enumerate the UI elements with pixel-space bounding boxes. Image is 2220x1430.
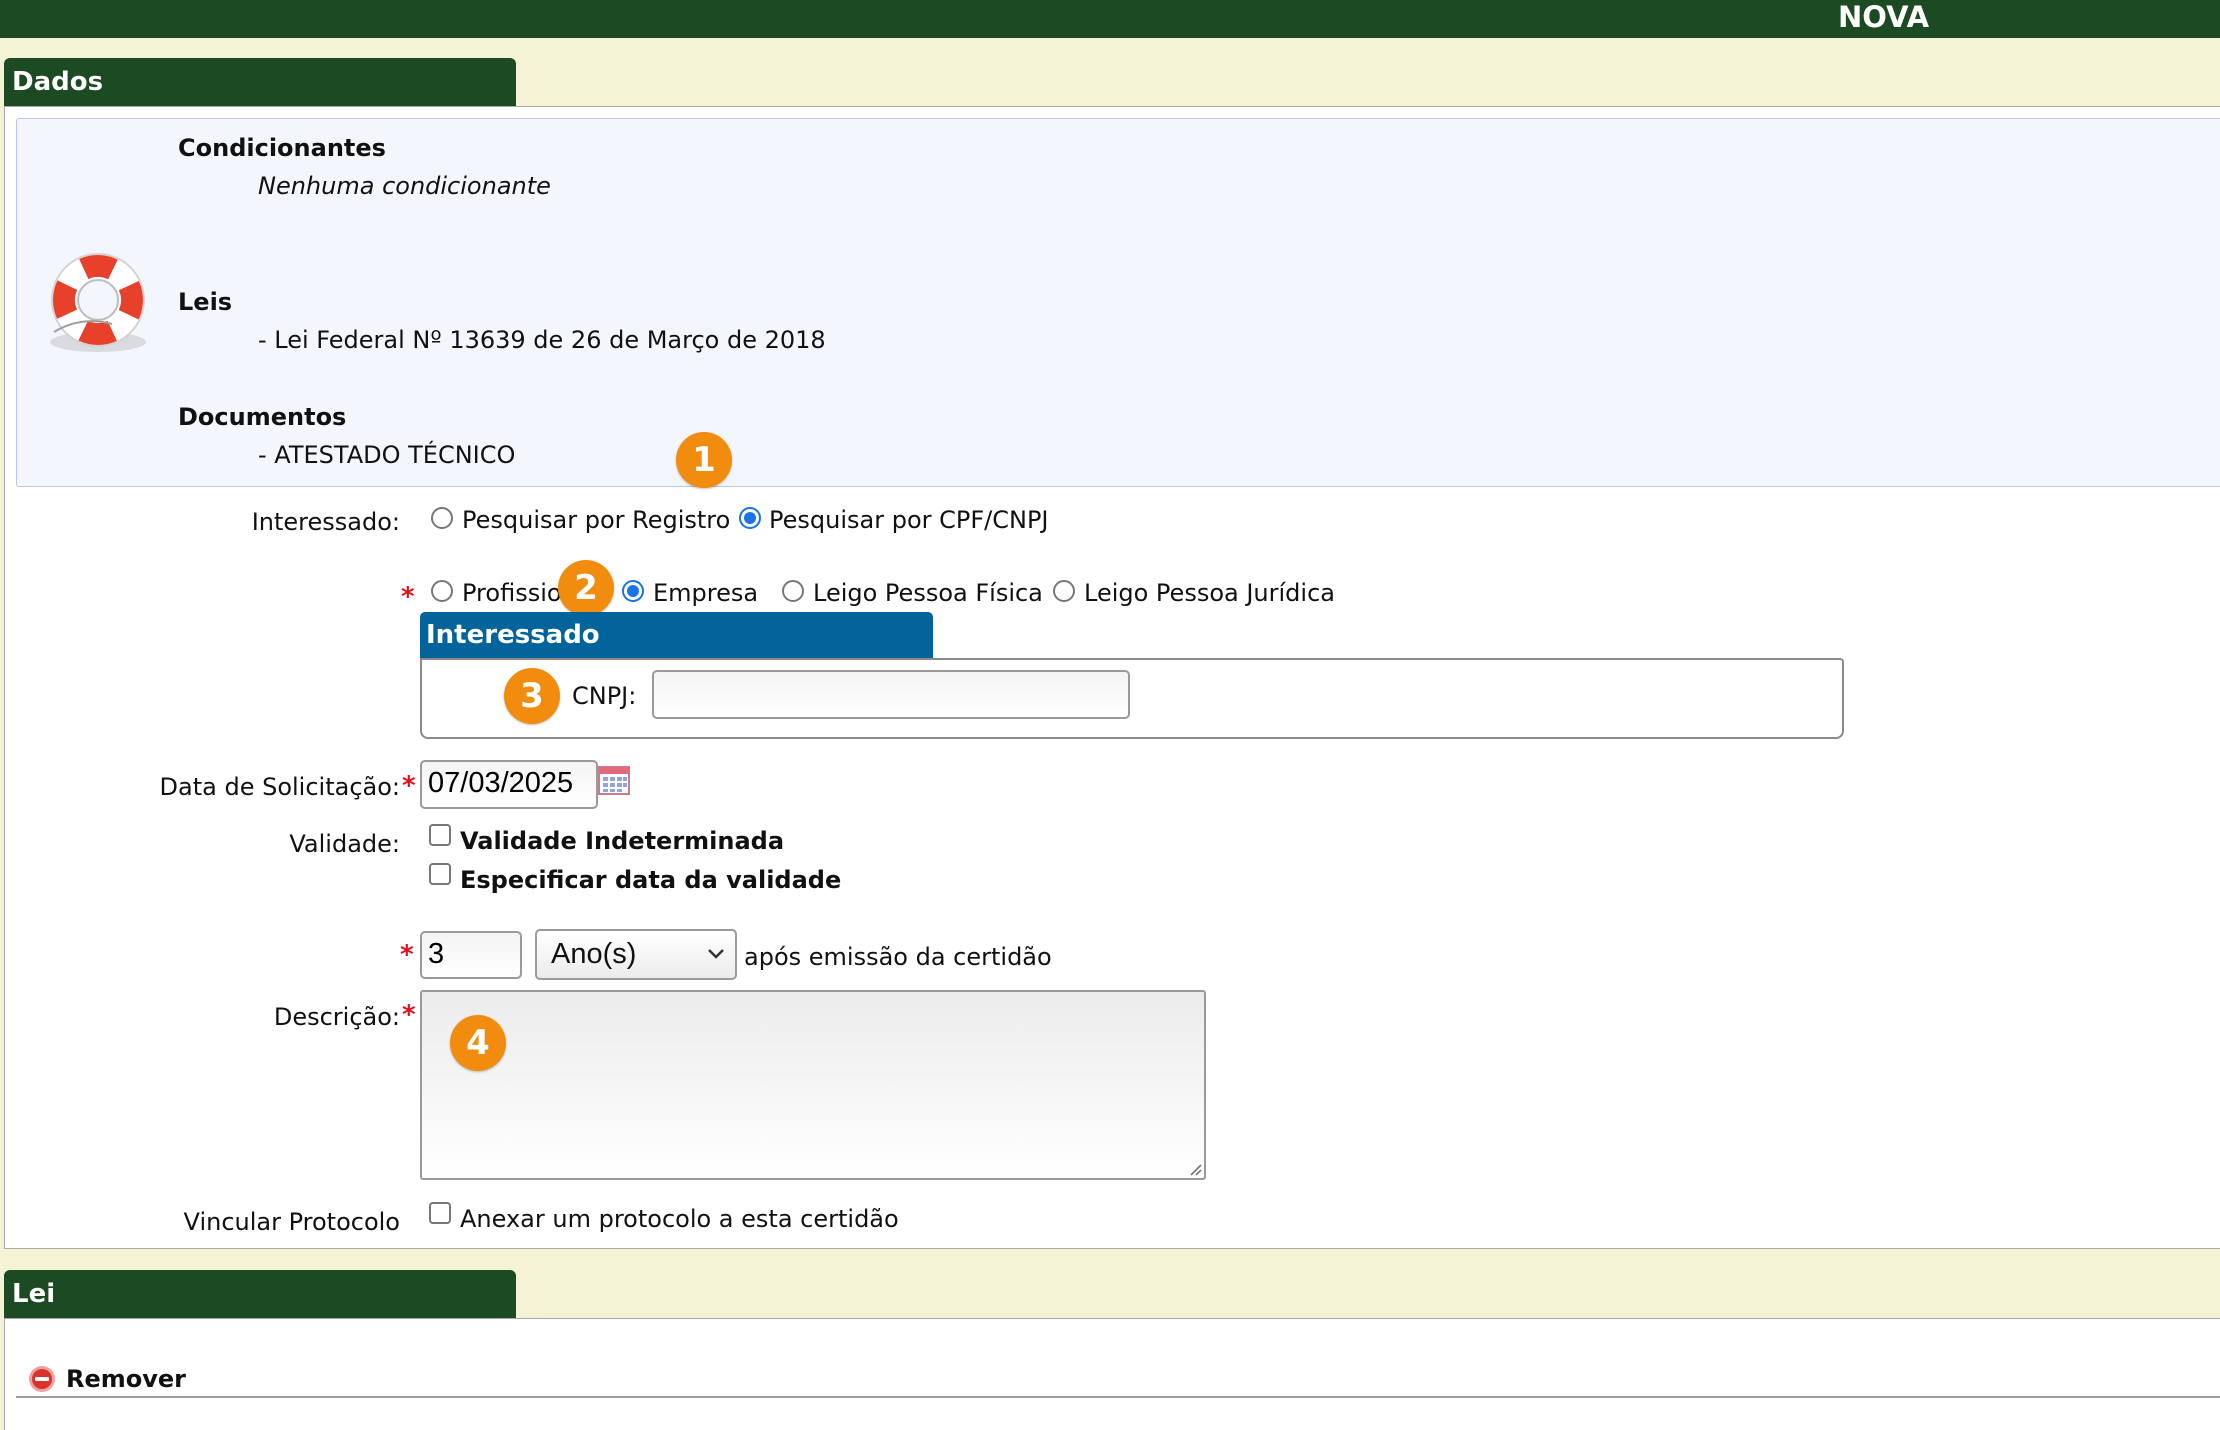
interessado-panel-title: Interessado (420, 612, 933, 658)
data-solicitacao-input[interactable]: 07/03/2025 (420, 760, 598, 809)
section-tab-dados: Dados (4, 58, 516, 106)
step-badge-3: 3 (504, 668, 560, 724)
checkbox-validade-indeterminada[interactable] (429, 824, 451, 846)
checkbox-label-validade-indeterminada: Validade Indeterminada (460, 827, 785, 855)
documentos-heading: Documentos (178, 403, 347, 431)
cnpj-input[interactable] (652, 670, 1130, 719)
descricao-textarea[interactable] (420, 990, 1206, 1180)
data-solicitacao-label: Data de Solicitação: (159, 773, 400, 801)
checkbox-especificar-validade[interactable] (429, 863, 451, 885)
checkbox-label-especificar-validade: Especificar data da validade (460, 866, 842, 894)
required-asterisk: * (401, 582, 415, 612)
radio-leigo-pessoa-juridica[interactable] (1053, 580, 1075, 602)
validade-quantity-input[interactable]: 3 (420, 931, 522, 979)
radio-pesquisar-cpf-cnpj[interactable] (739, 507, 761, 529)
validade-suffix: após emissão da certidão (744, 943, 1052, 971)
radio-label-empresa: Empresa (653, 579, 759, 607)
step-badge-4: 4 (450, 1015, 506, 1071)
descricao-label: Descrição: (273, 1003, 400, 1031)
leis-heading: Leis (178, 288, 233, 316)
required-asterisk: * (402, 1000, 416, 1030)
validade-unit-value: Ano(s) (551, 938, 637, 970)
remove-icon (29, 1366, 55, 1392)
top-bar: NOVA (0, 0, 2220, 38)
validade-unit-select[interactable]: Ano(s) (535, 929, 737, 980)
required-asterisk: * (402, 771, 416, 801)
condicionantes-heading: Condicionantes (178, 134, 386, 162)
radio-label-leigo-pessoa-juridica: Leigo Pessoa Jurídica (1084, 579, 1335, 607)
condicionantes-value: Nenhuma condicionante (258, 172, 551, 200)
radio-profissional[interactable] (431, 580, 453, 602)
radio-label-pesquisar-registro: Pesquisar por Registro (462, 506, 731, 534)
vincular-protocolo-label: Vincular Protocolo (183, 1208, 400, 1236)
radio-empresa[interactable] (622, 580, 644, 602)
radio-label-pesquisar-cpf-cnpj: Pesquisar por CPF/CNPJ (769, 506, 1049, 534)
step-badge-1: 1 (676, 432, 732, 488)
documentos-value: - ATESTADO TÉCNICO (258, 441, 516, 469)
checkbox-label-anexar-protocolo: Anexar um protocolo a esta certidão (460, 1205, 899, 1233)
chevron-down-icon (708, 949, 724, 959)
radio-pesquisar-registro[interactable] (431, 507, 453, 529)
radio-leigo-pessoa-fisica[interactable] (782, 580, 804, 602)
leis-value: - Lei Federal Nº 13639 de 26 de Março de… (258, 326, 826, 354)
interessado-label: Interessado: (251, 508, 400, 536)
lei-panel (4, 1318, 2220, 1430)
lifebuoy-icon (50, 253, 146, 352)
step-badge-2: 2 (558, 560, 614, 616)
calendar-icon[interactable] (598, 764, 630, 796)
remove-label: Remover (66, 1365, 187, 1393)
section-tab-lei: Lei (4, 1270, 516, 1318)
resize-handle-icon[interactable] (1188, 1162, 1202, 1176)
validade-label: Validade: (289, 830, 400, 858)
lei-divider (16, 1396, 2220, 1398)
checkbox-anexar-protocolo[interactable] (429, 1202, 451, 1224)
radio-label-leigo-pessoa-fisica: Leigo Pessoa Física (813, 579, 1043, 607)
page-title: NOVA (1838, 0, 1930, 34)
cnpj-label: CNPJ: (572, 682, 637, 710)
radio-label-profissional: Profissio (462, 579, 562, 607)
required-asterisk: * (400, 940, 414, 970)
